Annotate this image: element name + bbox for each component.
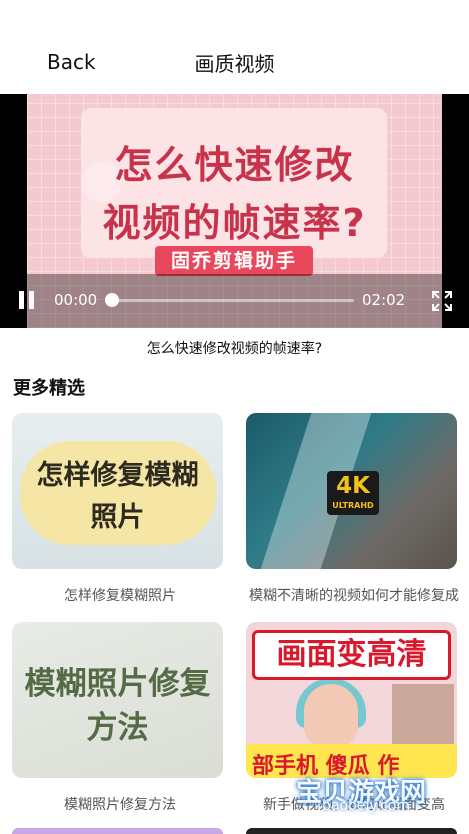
video-card[interactable]: 模糊照片修复 方法 模糊照片修复方法: [12, 622, 228, 813]
video-card[interactable]: 4K ULTRAHD 模糊不清晰的视频如何才能修复成: [246, 413, 462, 604]
current-time: 00:00: [54, 291, 98, 309]
video-card-title[interactable]: 模糊不清晰的视频如何才能修复成: [236, 585, 469, 605]
thumbnail-text: 怎样修复模糊: [36, 460, 199, 491]
video-title-line1: 怎么快速修改: [114, 143, 355, 187]
fullscreen-icon[interactable]: [431, 290, 453, 312]
video-thumbnail[interactable]: 模糊照片修复 方法: [12, 622, 223, 778]
video-card-peek[interactable]: [246, 828, 457, 834]
person-face: [304, 684, 358, 748]
video-card-title[interactable]: 怎样修复模糊照片: [2, 585, 238, 605]
video-thumbnail[interactable]: 怎样修复模糊 照片: [12, 413, 223, 569]
player-controls: 00:00 02:02: [0, 274, 469, 328]
section-title: 更多精选: [13, 378, 85, 399]
video-title-line2: 视频的帧速率?: [102, 201, 367, 245]
thumbnail-headline: 画面变高清: [252, 630, 451, 680]
badge-subtext: ULTRAHD: [332, 501, 374, 510]
video-card-title[interactable]: 模糊照片修复方法: [2, 794, 238, 814]
badge-text: 4K: [336, 473, 370, 499]
thumbnail-text: 照片: [90, 502, 145, 533]
thumbnail-text: 方法: [86, 710, 149, 746]
video-brand-ribbon: 固乔剪辑助手: [155, 246, 313, 276]
progress-track[interactable]: [105, 293, 354, 307]
pause-icon[interactable]: [18, 291, 36, 309]
navigation-bar: Back 画质视频: [0, 0, 469, 94]
video-card-peek[interactable]: [12, 828, 223, 834]
watermark-url: baobeiy.com: [322, 798, 411, 814]
video-card[interactable]: 怎样修复模糊 照片 怎样修复模糊照片: [12, 413, 228, 604]
video-player[interactable]: 怎么快速修改 视频的帧速率? 固乔剪辑助手 00:00 02:02: [0, 94, 469, 328]
video-caption: 怎么快速修改视频的帧速率?: [146, 341, 323, 357]
thumbnail-text: 模糊照片修复: [24, 666, 211, 702]
4k-badge: 4K ULTRAHD: [327, 471, 379, 515]
video-card[interactable]: 画面变高清 部手机 傻瓜 作 新手做视频，如何让画面变高: [246, 622, 462, 813]
video-page: Back 画质视频 怎么快速修改 视频的帧速率? 固乔剪辑助手 00:00 02…: [0, 0, 469, 834]
page-title: 画质视频: [194, 52, 275, 76]
video-thumbnail[interactable]: 画面变高清 部手机 傻瓜 作: [246, 622, 457, 778]
progress-knob[interactable]: [105, 293, 119, 307]
video-thumbnail[interactable]: 4K ULTRAHD: [246, 413, 457, 569]
duration: 02:02: [362, 291, 406, 309]
